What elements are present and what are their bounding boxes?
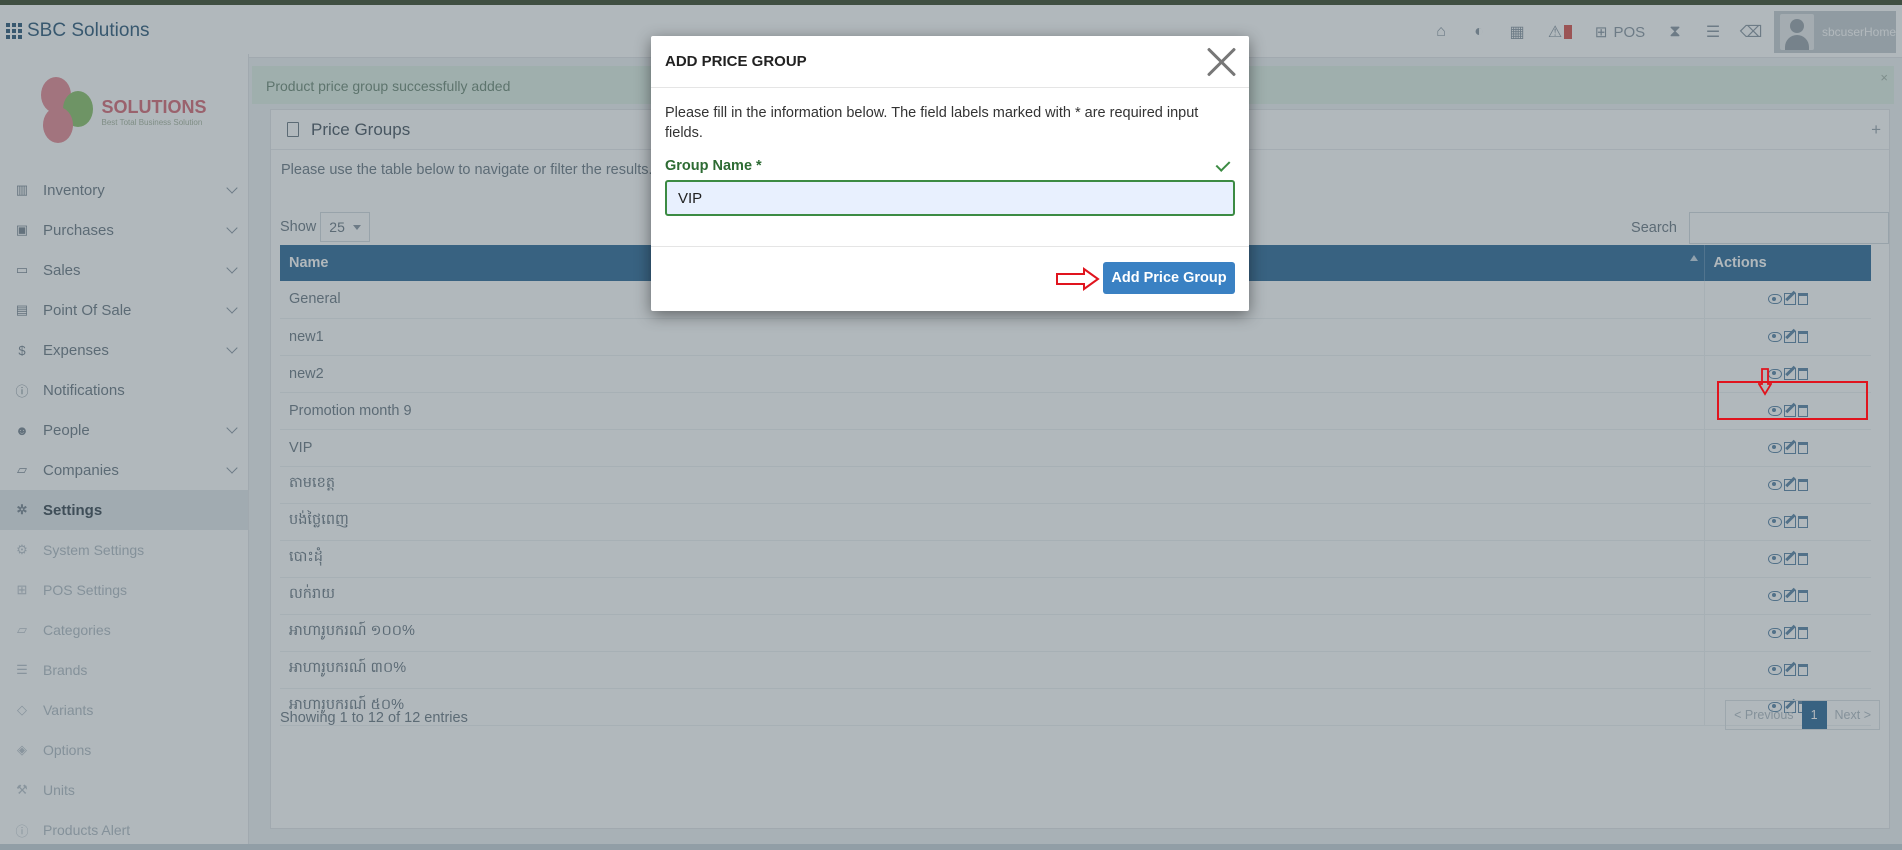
- add-price-group-button[interactable]: Add Price Group: [1103, 262, 1235, 294]
- modal-body: Please fill in the information below. Th…: [651, 88, 1249, 216]
- modal-header: ADD PRICE GROUP: [651, 36, 1249, 88]
- group-name-label: Group Name *: [665, 157, 1235, 174]
- modal-footer: Add Price Group: [651, 246, 1249, 311]
- add-price-group-modal: ADD PRICE GROUP Please fill in the infor…: [651, 36, 1249, 311]
- group-name-input[interactable]: [665, 180, 1235, 216]
- modal-description: Please fill in the information below. Th…: [665, 105, 1199, 141]
- valid-check-icon: [1215, 157, 1231, 172]
- annotation-highlight-box: [1717, 381, 1868, 420]
- close-icon[interactable]: [1205, 45, 1237, 77]
- group-name-label-text: Group Name *: [665, 158, 762, 174]
- annotation-right-arrow-icon: [1056, 267, 1100, 291]
- annotation-down-arrow-icon: [1758, 368, 1772, 396]
- modal-title: ADD PRICE GROUP: [665, 53, 807, 70]
